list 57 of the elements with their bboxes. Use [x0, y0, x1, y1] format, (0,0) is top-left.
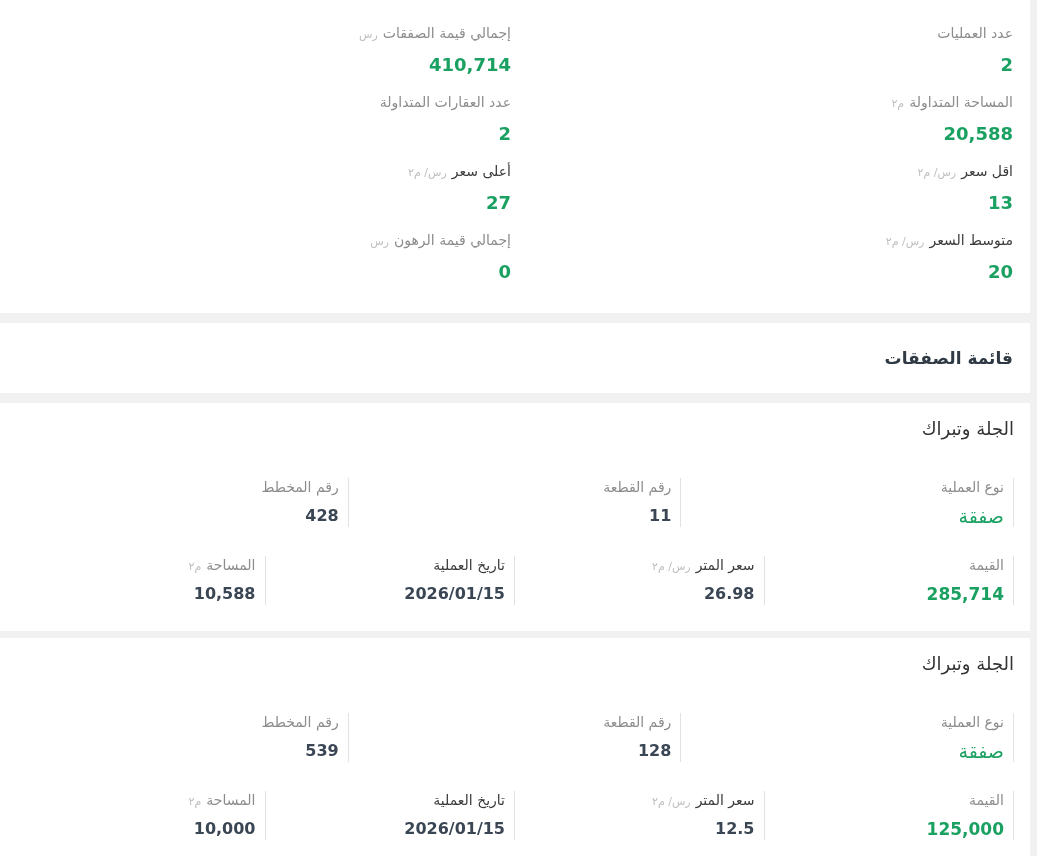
- field-label: سعر المتر: [695, 791, 755, 809]
- stat-label: إجمالي قيمة الصفقات: [382, 24, 511, 43]
- field-label: المساحة: [206, 556, 256, 574]
- stat-value: 410,714: [429, 53, 511, 77]
- field-value: صفقة: [958, 505, 1004, 527]
- field-label: رقم القطعة: [603, 713, 672, 731]
- unit-label: م٢: [188, 794, 202, 810]
- unit-label: رس/ م٢: [917, 165, 957, 181]
- field-value: 539: [305, 740, 339, 762]
- unit-label: رس/ م٢: [651, 559, 691, 575]
- field-value: 12.5: [715, 818, 755, 840]
- stat-label: إجمالي قيمة الرهون: [393, 231, 511, 250]
- field-label: تاريخ العملية: [433, 791, 505, 809]
- stat-label: أعلى سعر: [451, 161, 511, 181]
- stat-label: عدد العقارات المتداولة: [379, 93, 511, 112]
- field-value: 2026/01/15: [404, 583, 505, 605]
- deal-title: الجلة وتبراك: [921, 652, 1014, 676]
- field-value: 26.98: [703, 583, 755, 605]
- stat-value: 13: [987, 191, 1013, 215]
- unit-label: رس/ م٢: [408, 165, 447, 181]
- unit-label: رس/ م٢: [885, 234, 925, 250]
- field-label: رقم المخطط: [261, 713, 339, 731]
- field-value: 2026/01/15: [404, 818, 505, 840]
- stat-value: 2: [498, 122, 511, 146]
- field-label: رقم القطعة: [603, 478, 672, 496]
- unit-label: م٢: [891, 96, 905, 112]
- stat-value: 27: [485, 191, 511, 215]
- field-label: نوع العملية: [940, 713, 1004, 731]
- field-value: صفقة: [958, 740, 1004, 762]
- field-value: 11: [649, 505, 672, 527]
- unit-label: م٢: [188, 559, 202, 575]
- field-label: القيمة: [968, 556, 1004, 574]
- unit-label: رس: [359, 27, 378, 43]
- deal-title: الجلة وتبراك: [921, 417, 1014, 441]
- field-label: رقم المخطط: [261, 478, 339, 496]
- field-label: القيمة: [968, 791, 1004, 809]
- field-value: 285,714: [926, 583, 1004, 605]
- stat-value: 2: [1000, 53, 1013, 77]
- stat-label: المساحة المتداولة: [909, 93, 1013, 112]
- section-title: قائمة الصفقات: [884, 348, 1013, 368]
- field-label: سعر المتر: [695, 556, 755, 574]
- stat-value: 0: [498, 260, 511, 284]
- field-value: 10,588: [193, 583, 256, 605]
- stat-label: عدد العمليات: [937, 24, 1013, 43]
- field-label: تاريخ العملية: [433, 556, 505, 574]
- field-label: المساحة: [206, 791, 256, 809]
- field-value: 10,000: [193, 818, 256, 840]
- field-value: 428: [305, 505, 339, 527]
- field-value: 128: [637, 740, 672, 762]
- stat-value: 20,588: [943, 122, 1013, 146]
- field-value: 125,000: [926, 818, 1004, 840]
- unit-label: رس/ م٢: [651, 794, 691, 810]
- field-label: نوع العملية: [940, 478, 1004, 496]
- unit-label: رس: [370, 234, 389, 250]
- stat-value: 20: [987, 260, 1013, 284]
- stat-label: اقل سعر: [961, 162, 1013, 181]
- stat-label: متوسط السعر: [929, 231, 1013, 250]
